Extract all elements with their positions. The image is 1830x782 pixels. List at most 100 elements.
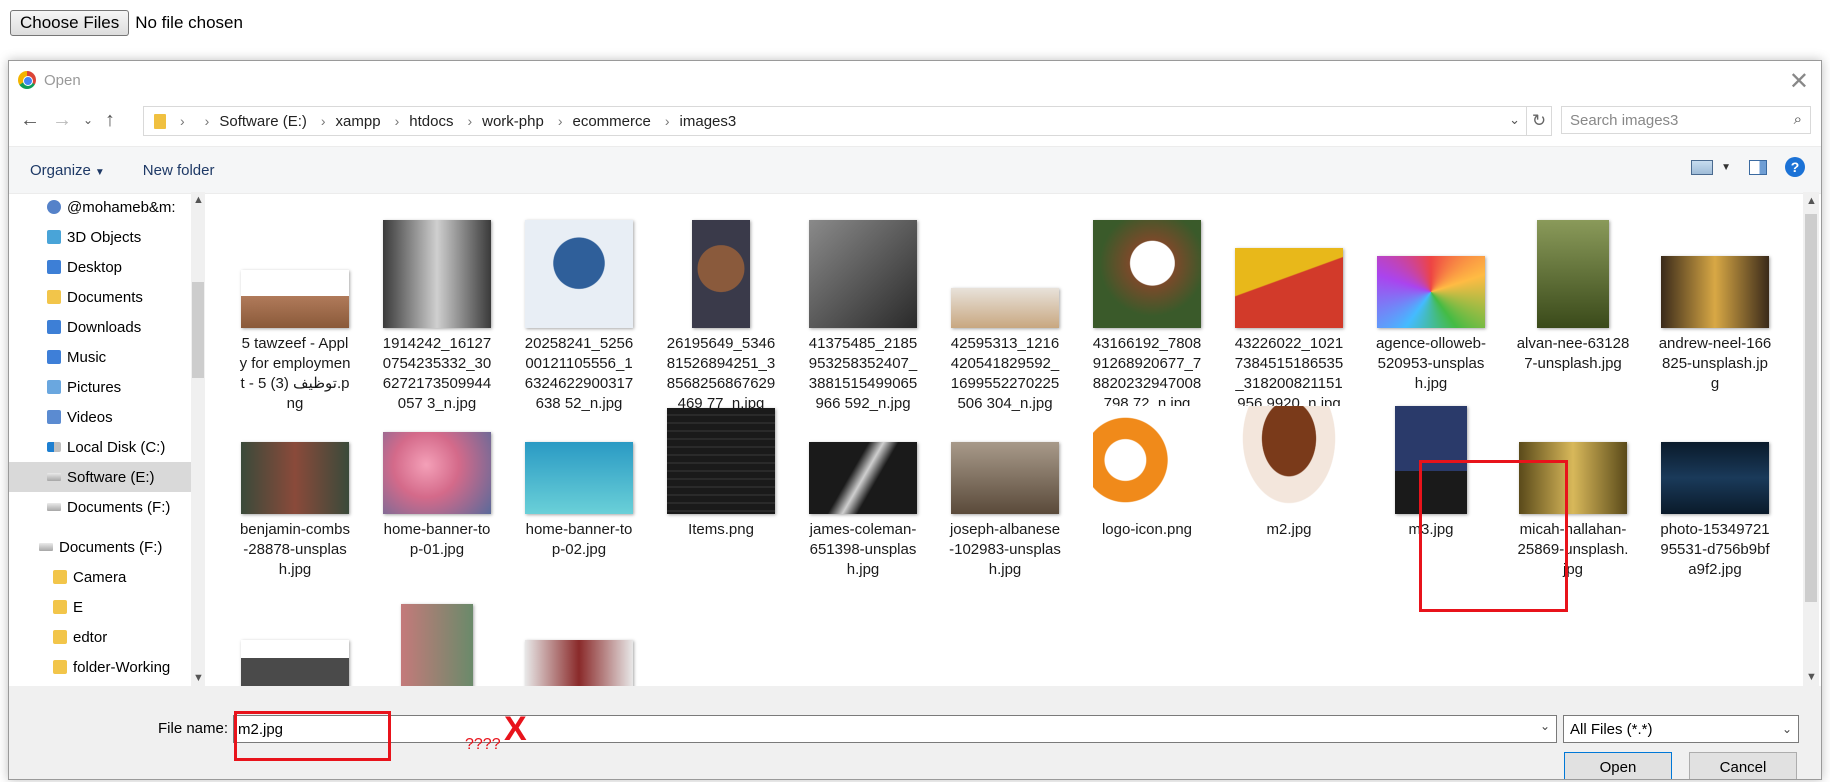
file-item[interactable] — [516, 570, 642, 686]
file-item[interactable]: benjamin-combs-28878-unsplash.jpg — [232, 384, 358, 580]
file-item[interactable]: 43226022_10217384515186535_3182008211519… — [1226, 198, 1352, 414]
thumbnail-wrap — [516, 198, 642, 328]
file-item[interactable]: logo-icon.png — [1084, 384, 1210, 540]
file-item[interactable]: m2.jpg — [1226, 384, 1352, 540]
nav-item-label: 3D Objects — [67, 228, 142, 246]
chevron-right-icon[interactable]: › — [395, 113, 400, 129]
file-item[interactable]: 20258241_525600121105556_163246229003176… — [516, 198, 642, 414]
file-name: home-banner-top-01.jpg — [383, 521, 491, 558]
nav-item[interactable]: edtor — [9, 622, 191, 652]
nav-item[interactable]: Music — [9, 342, 191, 372]
pictures-icon — [47, 380, 61, 394]
help-icon[interactable]: ? — [1785, 157, 1805, 177]
chevron-down-icon[interactable]: ⌄ — [1540, 719, 1550, 733]
forward-arrow-icon[interactable]: → — [51, 105, 73, 135]
scroll-down-icon[interactable]: ▼ — [1806, 671, 1817, 683]
file-list-scrollbar[interactable]: ▲ ▼ — [1803, 192, 1819, 686]
address-bar[interactable]: › › Software (E:) › xampp › htdocs › wor… — [143, 106, 1527, 136]
scrollbar-thumb[interactable] — [1805, 214, 1817, 602]
file-item[interactable]: 43166192_780891268920677_788202329470087… — [1084, 198, 1210, 414]
scroll-up-icon[interactable]: ▲ — [193, 194, 204, 206]
chevron-right-icon: › — [204, 113, 210, 129]
nav-item[interactable]: Local Disk (C:) — [9, 432, 191, 462]
search-input[interactable]: Search images3 ⌕ — [1561, 106, 1811, 134]
nav-item-label: Desktop — [67, 258, 123, 276]
music-icon — [47, 350, 61, 364]
file-item[interactable]: 41375485_2185953258352407_38815154990659… — [800, 198, 926, 414]
nav-item[interactable]: Pictures — [9, 372, 191, 402]
breadcrumb-item[interactable]: images3 — [680, 113, 737, 130]
chevron-right-icon[interactable]: › — [665, 113, 670, 129]
breadcrumb-item[interactable]: xampp — [336, 113, 381, 130]
nav-item[interactable]: Videos — [9, 402, 191, 432]
back-arrow-icon[interactable]: ← — [19, 105, 41, 135]
nav-item[interactable]: @mohameb&m: — [9, 192, 191, 222]
thumbnail-wrap — [658, 384, 784, 514]
file-item[interactable]: joseph-albanese-102983-unsplash.jpg — [942, 384, 1068, 580]
annotation-question: ???? — [465, 736, 501, 753]
nav-item[interactable]: Desktop — [9, 252, 191, 282]
recent-locations-icon[interactable]: ⌄ — [77, 105, 99, 135]
breadcrumb-item[interactable]: work-php — [482, 113, 544, 130]
chevron-right-icon[interactable]: › — [558, 113, 563, 129]
nav-item[interactable]: Software (E:) — [9, 462, 191, 492]
chevron-right-icon[interactable]: › — [180, 113, 185, 129]
thumbnail-wrap — [1226, 384, 1352, 514]
file-item[interactable]: andrew-neel-166825-unsplash.jpg — [1652, 198, 1778, 394]
breadcrumb-item[interactable]: ecommerce — [573, 113, 651, 130]
nav-item[interactable]: Documents (F:) — [9, 492, 191, 522]
nav-item[interactable]: E — [9, 592, 191, 622]
thumbnail-wrap — [1510, 198, 1636, 328]
up-arrow-icon[interactable]: ↑ — [99, 105, 121, 135]
file-item[interactable]: james-coleman-651398-unsplash.jpg — [800, 384, 926, 580]
cancel-button[interactable]: Cancel — [1689, 752, 1797, 779]
file-item[interactable]: home-banner-top-02.jpg — [516, 384, 642, 560]
file-item[interactable]: photo-1534972195531-d756b9bfa9f2.jpg — [1652, 384, 1778, 580]
scroll-up-icon[interactable]: ▲ — [1806, 195, 1817, 207]
chevron-right-icon[interactable]: › — [321, 113, 326, 129]
nav-item[interactable]: Camera — [9, 562, 191, 592]
file-name-label: File name: — [158, 720, 229, 737]
new-folder-button[interactable]: New folder — [143, 162, 215, 179]
thumbnail-wrap — [516, 570, 642, 686]
scrollbar-thumb[interactable] — [192, 282, 204, 378]
preview-pane-icon[interactable] — [1749, 159, 1767, 175]
chevron-down-icon[interactable]: ⌄ — [1509, 112, 1520, 128]
file-name: photo-1534972195531-d756b9bfa9f2.jpg — [1660, 521, 1770, 578]
nav-item[interactable]: Documents — [9, 282, 191, 312]
file-item[interactable] — [374, 570, 500, 686]
nav-item[interactable]: folder-Working — [9, 652, 191, 682]
scroll-down-icon[interactable]: ▼ — [193, 672, 204, 684]
open-button[interactable]: Open — [1564, 752, 1672, 779]
file-name-input[interactable] — [233, 715, 1557, 743]
dialog-footer: File name: ⌄ ???? X All Files (*.*) ⌄ Op… — [9, 686, 1821, 779]
breadcrumb-item[interactable]: Software (E:) — [219, 113, 307, 130]
file-item[interactable]: agence-olloweb-520953-unsplash.jpg — [1368, 198, 1494, 394]
file-item[interactable]: 1914242_161270754235332_3062721735099440… — [374, 198, 500, 414]
thumbnail-wrap — [1084, 384, 1210, 514]
file-item[interactable]: alvan-nee-631287-unsplash.jpg — [1510, 198, 1636, 374]
chevron-right-icon[interactable]: › — [467, 113, 472, 129]
file-type-select[interactable]: All Files (*.*) ⌄ — [1563, 715, 1799, 743]
file-thumbnail — [1377, 256, 1485, 328]
file-thumbnail — [809, 442, 917, 514]
nav-scrollbar[interactable]: ▲ ▼ — [191, 192, 205, 686]
file-item[interactable]: 5 tawzeef - Apply for employment - 5 توظ… — [232, 198, 358, 414]
file-item[interactable] — [232, 570, 358, 686]
file-item[interactable]: Items.png — [658, 384, 784, 540]
file-item[interactable]: home-banner-top-01.jpg — [374, 384, 500, 560]
file-item[interactable]: 26195649_534681526894251_385682568676294… — [658, 198, 784, 414]
choose-files-button[interactable]: Choose Files — [10, 10, 130, 36]
file-thumbnail — [241, 640, 349, 686]
refresh-icon[interactable]: ↻ — [1527, 106, 1552, 136]
organize-button[interactable]: Organize ▼ — [30, 162, 105, 179]
close-icon[interactable]: ✕ — [1789, 67, 1809, 96]
change-view-button[interactable]: ▼ — [1691, 159, 1731, 175]
nav-item[interactable]: Documents (F:) — [9, 532, 191, 562]
videos-icon — [47, 410, 61, 424]
nav-item-label: Documents — [67, 288, 143, 306]
nav-item[interactable]: Downloads — [9, 312, 191, 342]
file-item[interactable]: 42595313_1216420541829592_16995522702255… — [942, 198, 1068, 414]
breadcrumb-item[interactable]: htdocs — [409, 113, 453, 130]
nav-item[interactable]: 3D Objects — [9, 222, 191, 252]
